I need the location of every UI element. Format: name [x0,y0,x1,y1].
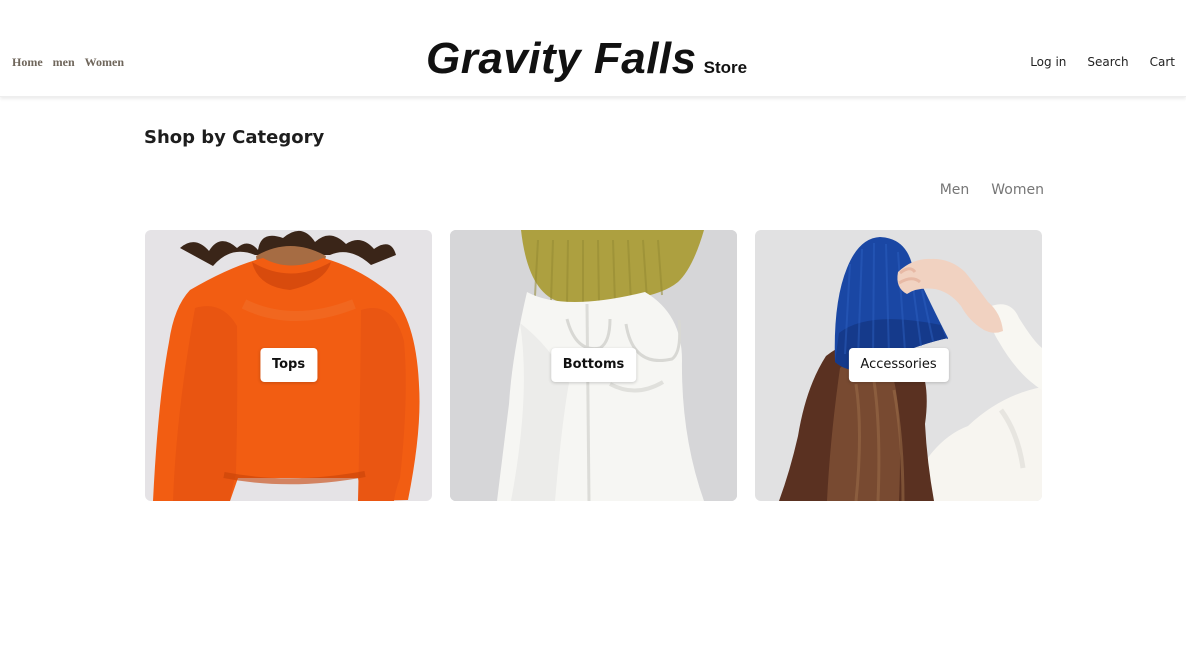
store-brand[interactable]: Gravity Falls Store [426,34,747,84]
nav-home-link[interactable]: Home [12,55,43,70]
bottoms-category-label: Bottoms [550,348,637,382]
login-link[interactable]: Log in [1030,55,1066,69]
store-logo: Gravity Falls [426,34,697,83]
filter-men[interactable]: Men [940,182,970,198]
nav-men-link[interactable]: men [53,55,75,70]
cart-link[interactable]: Cart [1150,55,1175,69]
filter-women[interactable]: Women [991,182,1044,198]
category-card-tops[interactable]: Tops [145,230,432,501]
category-grid: Tops Bottoms Accessories [145,230,1042,501]
main-navigation-left: Home men Women [12,55,124,70]
site-header: Home men Women Gravity Falls Store Log i… [0,0,1186,97]
main-navigation-right: Log in Search Cart [1030,55,1175,69]
nav-women-link[interactable]: Women [85,55,124,70]
category-card-accessories[interactable]: Accessories [755,230,1042,501]
tops-category-label: Tops [259,348,318,382]
category-card-bottoms[interactable]: Bottoms [450,230,737,501]
search-link[interactable]: Search [1087,55,1128,69]
store-subtitle: Store [703,58,748,77]
accessories-category-label: Accessories [848,348,949,382]
shop-by-category-title: Shop by Category [144,127,325,148]
category-filters: Men Women [940,182,1044,198]
